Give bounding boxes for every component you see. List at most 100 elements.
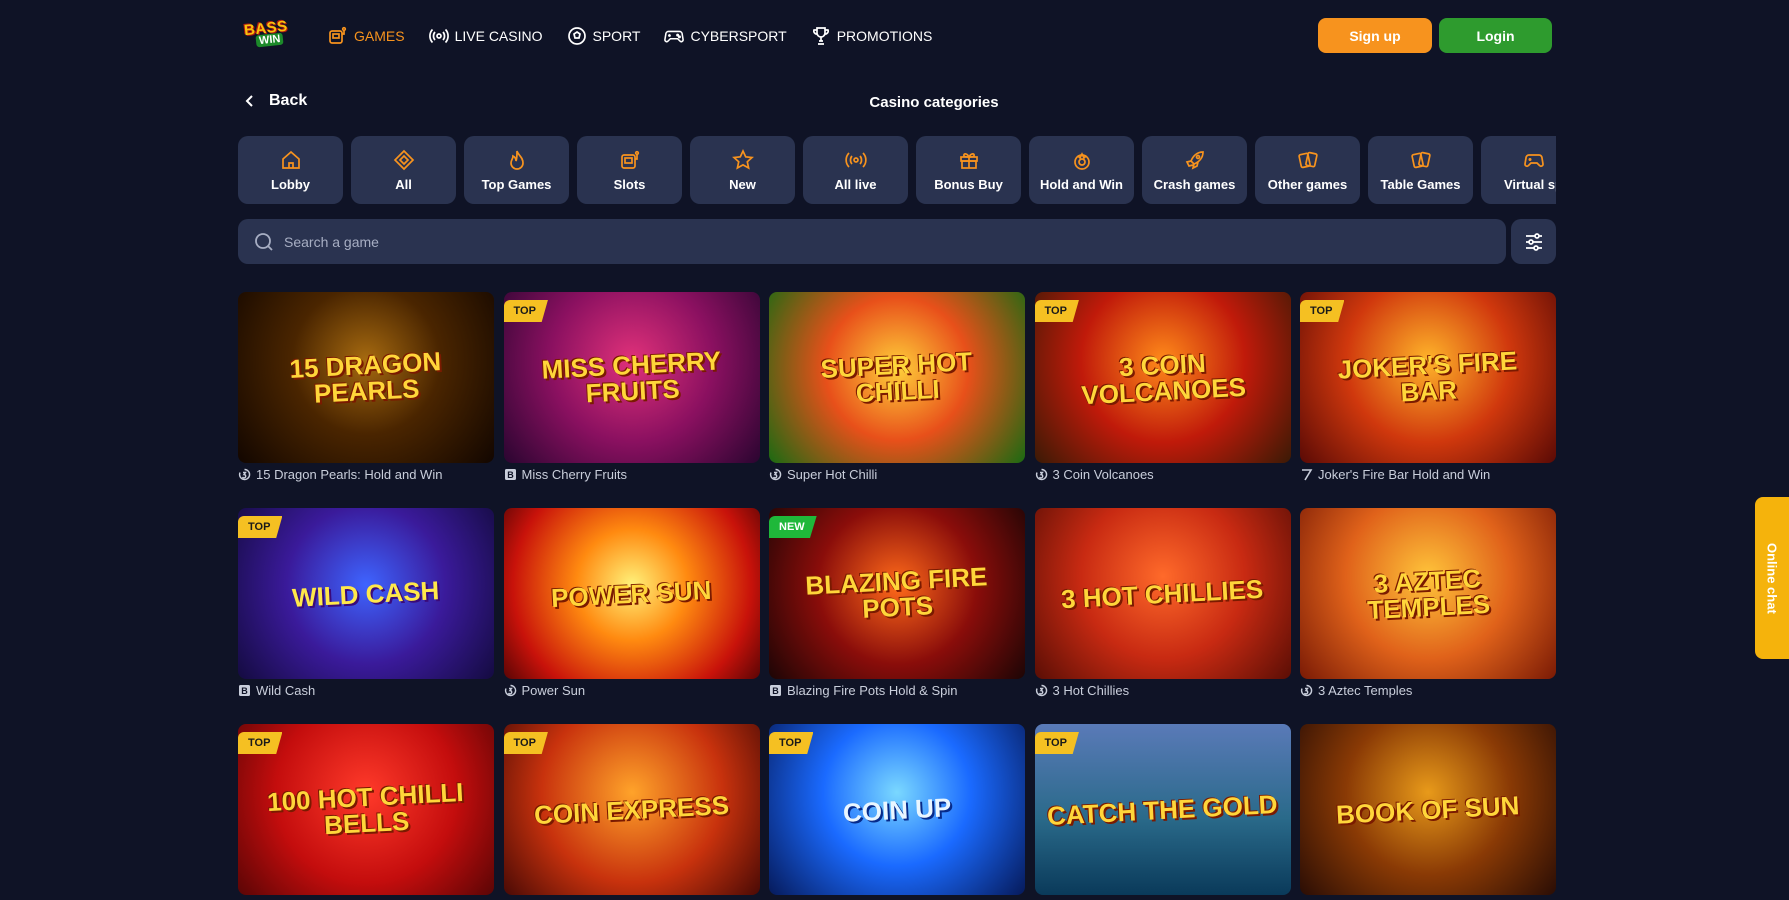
- nav-games-label: GAMES: [354, 28, 405, 44]
- category-virtual-sports[interactable]: Virtual sp: [1481, 136, 1556, 204]
- game-name: Miss Cherry Fruits: [521, 467, 627, 482]
- search-icon: [255, 232, 273, 251]
- category-other-games[interactable]: Other games: [1255, 136, 1360, 204]
- category-label: New: [729, 176, 756, 192]
- game-thumbnail-title: Book of Sun: [1335, 789, 1521, 830]
- game-name: 3 Aztec Temples: [1318, 683, 1413, 698]
- login-button[interactable]: Login: [1439, 18, 1552, 53]
- game-card[interactable]: Coin Up TOP: [769, 724, 1025, 900]
- nav-games[interactable]: GAMES: [328, 24, 405, 48]
- game-card[interactable]: Wild Cash TOP B Wild Cash: [238, 508, 494, 724]
- slot-machine-icon: [329, 26, 347, 44]
- star-icon: [731, 148, 754, 170]
- game-card[interactable]: Catch the Gold TOP: [1034, 724, 1291, 900]
- live-broadcast-icon: [428, 28, 449, 44]
- category-table-games[interactable]: Table Games: [1368, 136, 1473, 204]
- game-card[interactable]: 3 Coin Volcanoes TOP 3 Coin Volcanoes: [1034, 292, 1291, 508]
- online-chat-tab[interactable]: Online chat: [1755, 497, 1789, 659]
- category-new[interactable]: New: [690, 136, 795, 204]
- signup-button[interactable]: Sign up: [1318, 18, 1432, 53]
- game-thumbnail-title: Super Hot Chilli: [819, 345, 973, 408]
- category-bar: Lobby All Top Games Slots New All live B…: [238, 136, 1556, 204]
- game-thumbnail-title: Wild Cash: [291, 574, 441, 613]
- game-card[interactable]: 100 Hot Chilli Bells TOP: [238, 724, 494, 900]
- game-name: Power Sun: [521, 683, 586, 698]
- provider-3oaks-icon: [238, 468, 251, 481]
- category-all-live[interactable]: All live: [803, 136, 908, 204]
- category-top-games[interactable]: Top Games: [464, 136, 569, 204]
- game-name-row: Super Hot Chilli: [769, 467, 1025, 482]
- game-card[interactable]: 3 Aztec Temples 3 Aztec Temples: [1300, 508, 1556, 724]
- filter-button[interactable]: [1511, 219, 1556, 264]
- game-name-row: B Wild Cash: [238, 683, 494, 698]
- category-hold-and-win[interactable]: Hold and Win: [1029, 136, 1134, 204]
- slot-machine-icon: [620, 150, 639, 169]
- gamepad-icon: [1523, 153, 1544, 167]
- game-thumbnail-title: 3 Coin Volcanoes: [1080, 347, 1247, 410]
- game-card[interactable]: Coin Express TOP: [503, 724, 760, 900]
- game-card[interactable]: Joker's Fire Bar TOP Joker's Fire Bar Hol…: [1300, 292, 1556, 508]
- game-thumbnail[interactable]: 15 Dragon Pearls: [238, 292, 494, 463]
- category-label: Other games: [1267, 176, 1348, 192]
- game-thumbnail[interactable]: Super Hot Chilli: [769, 292, 1025, 463]
- game-thumbnail[interactable]: Book of Sun: [1300, 724, 1556, 895]
- svg-text:B: B: [507, 470, 514, 480]
- game-thumbnail[interactable]: 100 Hot Chilli Bells TOP: [238, 724, 494, 895]
- nav-sport-label: SPORT: [592, 28, 641, 44]
- search-input[interactable]: [284, 233, 1484, 250]
- game-thumbnail-title: 3 Hot Chillies: [1060, 573, 1265, 614]
- game-thumbnail[interactable]: Blazing Fire Pots NEW: [769, 508, 1025, 679]
- game-card[interactable]: Blazing Fire Pots NEW B Blazing Fire Pots…: [769, 508, 1025, 724]
- category-slots[interactable]: Slots: [577, 136, 682, 204]
- game-thumbnail[interactable]: Joker's Fire Bar TOP: [1300, 292, 1556, 463]
- game-card[interactable]: Super Hot Chilli Super Hot Chilli: [769, 292, 1025, 508]
- game-thumbnail[interactable]: 3 Hot Chillies: [1034, 508, 1291, 679]
- game-thumbnail[interactable]: Coin Express TOP: [503, 724, 760, 895]
- game-card[interactable]: Miss Cherry Fruits TOP B Miss Cherry Frui…: [503, 292, 760, 508]
- nav-cybersport-label: CYBERSPORT: [690, 28, 787, 44]
- category-label: Bonus Buy: [934, 176, 1003, 192]
- nav-live-casino[interactable]: LIVE CASINO: [428, 24, 543, 48]
- game-thumbnail[interactable]: Coin Up TOP: [769, 724, 1025, 895]
- category-all[interactable]: All: [351, 136, 456, 204]
- game-thumbnail-title: Power Sun: [550, 574, 713, 613]
- category-label: Lobby: [271, 176, 310, 192]
- game-name-row: Power Sun: [504, 683, 760, 698]
- category-bonus-buy[interactable]: Bonus Buy: [916, 136, 1021, 204]
- game-thumbnail[interactable]: 3 Coin Volcanoes TOP: [1034, 292, 1291, 463]
- category-crash-games[interactable]: Crash games: [1142, 136, 1247, 204]
- top-badge: TOP: [1034, 732, 1079, 754]
- category-label: Table Games: [1380, 176, 1461, 192]
- game-card[interactable]: 15 Dragon Pearls 15 Dragon Pearls: Hold …: [238, 292, 494, 508]
- game-card[interactable]: 3 Hot Chillies 3 Hot Chillies: [1034, 508, 1291, 724]
- search-bar: [238, 219, 1506, 264]
- category-label: Hold and Win: [1040, 176, 1123, 192]
- category-label: All: [395, 176, 412, 192]
- game-thumbnail-title: 15 Dragon Pearls: [288, 345, 442, 409]
- provider-3oaks-icon: [504, 684, 516, 697]
- game-card[interactable]: Power Sun Power Sun: [503, 508, 760, 724]
- category-lobby[interactable]: Lobby: [238, 136, 343, 204]
- main-nav: GAMES LIVE CASINO SPORT CYBERSPORT PROMO…: [328, 24, 932, 48]
- game-thumbnail-title: Coin Express: [533, 789, 730, 830]
- top-badge: TOP: [503, 300, 548, 322]
- game-thumbnail[interactable]: 3 Aztec Temples: [1300, 508, 1556, 679]
- game-thumbnail[interactable]: Catch the Gold TOP: [1034, 724, 1291, 895]
- home-icon: [281, 150, 300, 169]
- game-name-row: 3 Aztec Temples: [1300, 683, 1556, 698]
- game-thumbnail[interactable]: Miss Cherry Fruits TOP: [503, 292, 760, 463]
- game-thumbnail[interactable]: Power Sun: [503, 508, 760, 679]
- game-thumbnail[interactable]: Wild Cash TOP: [238, 508, 494, 679]
- game-card[interactable]: Book of Sun: [1300, 724, 1556, 900]
- game-thumbnail-title: Catch the Gold: [1046, 788, 1279, 831]
- logo[interactable]: BASS WIN: [242, 18, 294, 50]
- nav-cybersport[interactable]: CYBERSPORT: [664, 24, 787, 48]
- game-name: Super Hot Chilli: [787, 467, 878, 482]
- game-name-row: B Blazing Fire Pots Hold & Spin: [769, 683, 1025, 698]
- nav-promotions[interactable]: PROMOTIONS: [811, 24, 932, 48]
- sliders-icon: [1525, 232, 1542, 251]
- game-name: Joker's Fire Bar Hold and Win: [1318, 467, 1491, 482]
- svg-text:B: B: [772, 686, 779, 696]
- category-label: Top Games: [481, 176, 552, 192]
- nav-sport[interactable]: SPORT: [567, 24, 641, 48]
